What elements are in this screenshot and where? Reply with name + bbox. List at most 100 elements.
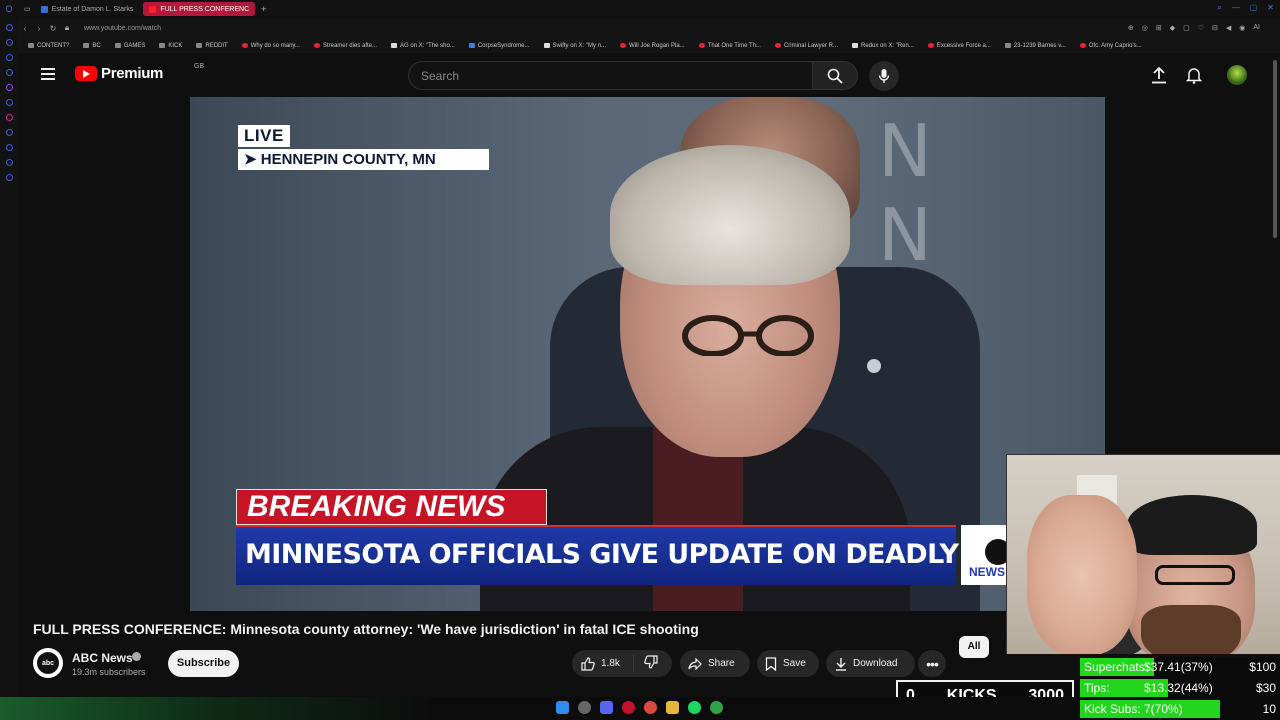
snapshot-icon[interactable]: ▢ (1183, 24, 1190, 32)
volume-icon[interactable]: ◉ (1239, 24, 1245, 32)
video-player[interactable]: N N LIVE ➤ HENNEPIN COUNTY, MN BREAKING … (190, 97, 1105, 611)
reddit-icon (698, 43, 705, 48)
sidebar-app-icon[interactable] (5, 54, 13, 61)
filter-chip-all[interactable]: All (959, 636, 989, 658)
forward-icon[interactable]: › (32, 24, 46, 33)
network-tag: NEWS (969, 565, 1005, 579)
aria-ai-icon[interactable]: AI (1253, 24, 1260, 32)
bookmark-item[interactable]: Criminal Lawyer R... (774, 43, 838, 49)
minimize-icon[interactable]: — (1232, 3, 1240, 13)
bookmark-item[interactable]: Redux on X: "Ren... (851, 43, 914, 49)
headline-banner: MINNESOTA OFFICIALS GIVE UPDATE ON DEADL… (236, 525, 1105, 585)
goal-target: $30 (1255, 681, 1276, 695)
location-lower-third: ➤ HENNEPIN COUNTY, MN (238, 149, 489, 170)
goal-row-tips: Tips: $13.32(44%) $30 (1080, 678, 1280, 698)
channel-avatar[interactable]: abc (33, 648, 63, 678)
page-scrollbar[interactable] (1273, 60, 1277, 238)
upload-icon[interactable] (1151, 66, 1167, 84)
location-text: HENNEPIN COUNTY, MN (260, 151, 436, 168)
like-dislike-group: 1.8k (572, 650, 672, 677)
abc-news-bug: NEWS (961, 525, 1011, 585)
search-tabs-icon[interactable]: ⌕ (1217, 3, 1221, 13)
sidebar-app-icon[interactable] (5, 129, 13, 136)
donation-goals: Superchats: $37.41(37%) $100 Tips: $13.3… (1080, 657, 1280, 720)
speaker-glasses (682, 315, 814, 356)
breaking-news-banner: BREAKING NEWS (236, 489, 547, 525)
account-avatar[interactable] (1227, 65, 1247, 85)
file-explorer-icon[interactable] (666, 701, 679, 714)
sidebar-settings-icon[interactable] (5, 174, 13, 181)
bookmark-item[interactable]: 23-1239 Barnes v... (1004, 43, 1066, 49)
reload-icon[interactable]: ↻ (46, 24, 60, 33)
bookmark-item[interactable]: KICK (159, 43, 182, 49)
windows-start-icon[interactable] (556, 701, 569, 714)
heart-icon[interactable]: ♡ (1198, 24, 1204, 32)
chrome-icon[interactable] (644, 701, 657, 714)
camera-icon[interactable]: ◎ (1142, 24, 1148, 32)
dislike-button[interactable] (634, 655, 658, 672)
url-field[interactable]: www.youtube.com/watch (84, 25, 161, 32)
subscribe-button[interactable]: Subscribe (168, 650, 239, 677)
bookmark-item[interactable]: Why do so many... (241, 43, 300, 49)
spotify-icon[interactable] (688, 701, 701, 714)
bookmark-item[interactable]: REDDIT (196, 43, 228, 49)
player-icon[interactable]: ◀ (1226, 24, 1231, 32)
search-button[interactable] (812, 61, 858, 90)
close-icon[interactable]: ✕ (1267, 3, 1274, 13)
sidebar-app-icon[interactable] (5, 159, 13, 166)
sidebar-instagram-icon[interactable] (5, 114, 13, 121)
bookmark-item[interactable]: GAMES (114, 43, 145, 49)
bookmark-item[interactable]: Streamer dies afte... (313, 43, 377, 49)
notifications-bell-icon[interactable] (1186, 66, 1202, 84)
more-actions-button[interactable]: ••• (918, 650, 946, 677)
bookmark-item[interactable]: That One Time Th... (698, 43, 761, 49)
new-tab-icon[interactable]: + (261, 4, 266, 14)
voice-search-button[interactable] (869, 61, 899, 91)
bookmark-item[interactable]: Will Joe Rogan Pla... (620, 43, 685, 49)
youtube-play-icon (75, 66, 97, 81)
sidebar-app-icon[interactable] (5, 69, 13, 76)
youtube-favicon-icon (149, 5, 157, 13)
bookmark-item[interactable]: Excessive Force a... (927, 43, 991, 49)
download-button[interactable]: Download (826, 650, 915, 677)
discord-icon[interactable] (600, 701, 613, 714)
address-bar-actions: ⊕ ◎ ⊞ ◆ ▢ ♡ ⊟ ◀ ◉ AI (1128, 24, 1260, 32)
share-button[interactable]: Share (680, 650, 750, 677)
back-icon[interactable]: ‹ (18, 24, 32, 33)
youtube-logo[interactable]: Premium GB (75, 63, 204, 82)
opera-gx-icon[interactable] (622, 701, 635, 714)
xbox-icon[interactable] (710, 701, 723, 714)
menu-icon[interactable] (41, 68, 55, 80)
tab-workspace-icon[interactable]: ▭ (24, 5, 31, 13)
bookmark-icon[interactable]: ⊟ (1212, 24, 1218, 32)
taskbar-search-icon[interactable] (578, 701, 591, 714)
sidebar-home-icon[interactable] (5, 24, 13, 31)
zoom-icon[interactable]: ⊕ (1128, 24, 1134, 32)
streamer-hand (1027, 495, 1137, 654)
bookmark-item[interactable]: Swifty on X: "My n... (543, 43, 606, 49)
like-button[interactable]: 1.8k (572, 655, 634, 672)
bookmark-item[interactable]: CorpseSyndrome... (468, 43, 530, 49)
sidebar-history-icon[interactable] (5, 144, 13, 151)
tab-estate[interactable]: Estate of Damon L. Starks (35, 2, 140, 16)
folder-icon (28, 43, 34, 48)
maximize-icon[interactable]: ▢ (1250, 3, 1258, 13)
bookmark-item[interactable]: Ofc. Amy Caprio's... (1079, 43, 1142, 49)
bookmark-item[interactable]: AG on X: "The sho... (391, 43, 455, 49)
x-icon (543, 43, 550, 48)
taskbar-icons (556, 701, 723, 714)
lock-icon[interactable]: 🔒︎ (60, 23, 74, 33)
tab-youtube[interactable]: FULL PRESS CONFERENC (143, 2, 256, 16)
sidebar-messenger-icon[interactable] (5, 99, 13, 106)
save-button[interactable]: Save (757, 650, 819, 677)
bookmark-item[interactable]: CONTENT? (28, 43, 69, 49)
sidebar-twitch-icon[interactable] (5, 84, 13, 91)
subscriber-count: 19.3m subscribers (72, 667, 146, 677)
sidebar-app-icon[interactable] (5, 39, 13, 46)
shield-icon[interactable]: ◆ (1170, 24, 1175, 32)
search-input[interactable]: Search (408, 61, 812, 90)
channel-name[interactable]: ABC News (72, 651, 133, 665)
opera-icon[interactable]: O (0, 4, 18, 14)
extensions-icon[interactable]: ⊞ (1156, 24, 1162, 32)
bookmark-item[interactable]: BC (83, 43, 101, 49)
